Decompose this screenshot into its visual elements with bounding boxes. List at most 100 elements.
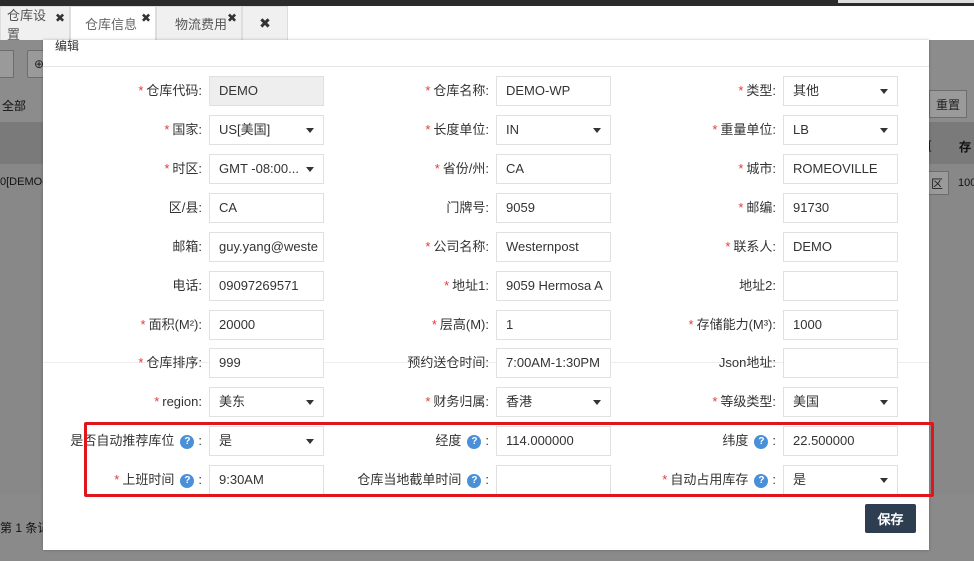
label-cutoff-time: 仓库当地截单时间	[357, 472, 462, 487]
help-icon[interactable]: ?	[754, 473, 769, 488]
tab-close-all[interactable]: ✖	[242, 6, 288, 40]
warehouse-name-input[interactable]: DEMO-WP	[496, 76, 611, 106]
floor-height-input[interactable]: 1	[496, 310, 611, 340]
field-warehouse-code: * 仓库代码:	[138, 83, 202, 98]
label-delivery-time: 预约送仓时间:	[407, 355, 489, 370]
close-icon[interactable]: ✖	[227, 11, 237, 25]
save-button[interactable]: 保存	[865, 504, 916, 533]
bg-reset-button[interactable]: 重置	[929, 90, 967, 118]
type-select[interactable]: 其他	[783, 76, 898, 106]
label-colon: :	[772, 433, 776, 448]
field-delivery-time: 预约送仓时间:	[300, 348, 489, 378]
field-region: * region:	[154, 394, 202, 409]
longitude-input[interactable]: 114.000000	[496, 426, 611, 456]
field-company: * 公司名称:	[425, 239, 489, 254]
field-cutoff-time: 仓库当地截单时间?:	[300, 465, 489, 495]
grade-type-value: 美国	[793, 394, 820, 409]
tab-label: 仓库信息	[85, 17, 138, 32]
bg-left-button[interactable]	[0, 50, 14, 78]
address2-input[interactable]	[783, 271, 898, 301]
tab-bar: 仓库设置 ✖ 仓库信息 ✖ 物流费用 ✖ ✖	[0, 6, 288, 42]
label-colon: :	[485, 472, 489, 487]
close-icon[interactable]: ✖	[259, 15, 271, 32]
label-grade-type: 等级类型:	[720, 394, 776, 409]
help-icon[interactable]: ?	[467, 434, 482, 449]
finance-select[interactable]: 香港	[496, 387, 611, 417]
label-area: 面积(M²):	[148, 317, 202, 332]
label-floor-height: 层高(M):	[439, 317, 489, 332]
help-icon[interactable]: ?	[180, 473, 195, 488]
grade-type-select[interactable]: 美国	[783, 387, 898, 417]
label-warehouse-name: 仓库名称:	[433, 83, 489, 98]
modal-divider	[43, 66, 929, 67]
label-colon: :	[198, 433, 202, 448]
field-phone: 电话:	[0, 271, 202, 301]
house-number-input[interactable]: 9059	[496, 193, 611, 223]
close-icon[interactable]: ✖	[141, 11, 151, 25]
address1-input[interactable]: 9059 Hermosa A	[496, 271, 611, 301]
field-email: 邮箱:	[0, 232, 202, 262]
json-addr-input[interactable]	[783, 348, 898, 378]
field-area: * 面积(M²):	[140, 317, 203, 332]
auto-occupy-select[interactable]: 是	[783, 465, 898, 495]
field-capacity: * 存储能力(M³):	[688, 317, 777, 332]
label-colon: :	[198, 472, 202, 487]
province-input[interactable]: CA	[496, 154, 611, 184]
field-district: 区/县:	[0, 193, 202, 223]
weight-unit-value: LB	[793, 122, 809, 137]
company-input[interactable]: Westernpost	[496, 232, 611, 262]
help-icon[interactable]: ?	[180, 434, 195, 449]
tab-label: 物流费用	[175, 17, 228, 32]
label-auto-recommend: 是否自动推荐库位	[70, 433, 175, 448]
bg-pager: 第 1 条记	[0, 521, 50, 535]
length-unit-select[interactable]: IN	[496, 115, 611, 145]
label-country: 国家:	[172, 122, 202, 137]
field-postcode: * 邮编:	[738, 200, 776, 215]
field-city: * 城市:	[738, 161, 776, 176]
bg-col-num: 100	[958, 177, 974, 189]
postcode-input[interactable]: 91730	[783, 193, 898, 223]
auto-recommend-value: 是	[219, 433, 233, 448]
top-search-edge[interactable]	[838, 0, 974, 3]
close-icon[interactable]: ✖	[55, 11, 65, 25]
label-colon: :	[772, 472, 776, 487]
label-type: 类型:	[746, 83, 776, 98]
label-auto-occupy: 自动占用库存	[670, 472, 749, 487]
bg-col-store: 存	[959, 140, 972, 154]
cutoff-time-input[interactable]	[496, 465, 611, 495]
contact-input[interactable]: DEMO	[783, 232, 898, 262]
field-house-number: 门牌号:	[300, 193, 489, 223]
tab-warehouse-info[interactable]: 仓库信息 ✖	[70, 6, 156, 40]
label-email: 邮箱:	[172, 239, 202, 254]
latitude-input[interactable]: 22.500000	[783, 426, 898, 456]
field-country: * 国家:	[164, 122, 202, 137]
auto-occupy-value: 是	[793, 472, 807, 487]
field-address1: * 地址1:	[444, 278, 489, 293]
field-weight-unit: * 重量单位:	[712, 122, 776, 137]
field-latitude: 纬度?:	[600, 426, 776, 456]
weight-unit-select[interactable]: LB	[783, 115, 898, 145]
label-timezone: 时区:	[172, 161, 202, 176]
city-input[interactable]: ROMEOVILLE	[783, 154, 898, 184]
tab-warehouse-settings[interactable]: 仓库设置 ✖	[0, 6, 70, 42]
help-icon[interactable]: ?	[467, 473, 482, 488]
help-icon[interactable]: ?	[754, 434, 769, 449]
modal-title: 编辑	[55, 39, 80, 53]
finance-value: 香港	[506, 394, 533, 409]
field-floor-height: * 层高(M):	[431, 317, 489, 332]
label-length-unit: 长度单位:	[433, 122, 489, 137]
delivery-time-input[interactable]: 7:00AM-1:30PM	[496, 348, 611, 378]
length-unit-value: IN	[506, 122, 519, 137]
label-finance: 财务归属:	[433, 394, 489, 409]
country-value: US[美国]	[219, 122, 271, 137]
field-length-unit: * 长度单位:	[425, 122, 489, 137]
label-longitude: 经度	[435, 433, 462, 448]
tab-logistics-fee[interactable]: 物流费用 ✖	[156, 6, 242, 40]
tab-label: 仓库设置	[7, 7, 47, 42]
field-json-addr: Json地址:	[600, 348, 776, 378]
label-colon: :	[485, 433, 489, 448]
capacity-input[interactable]: 1000	[783, 310, 898, 340]
label-address1: 地址1:	[452, 278, 489, 293]
field-auto-occupy: * 自动占用库存?:	[662, 472, 776, 488]
label-capacity: 存储能力(M³):	[696, 317, 776, 332]
